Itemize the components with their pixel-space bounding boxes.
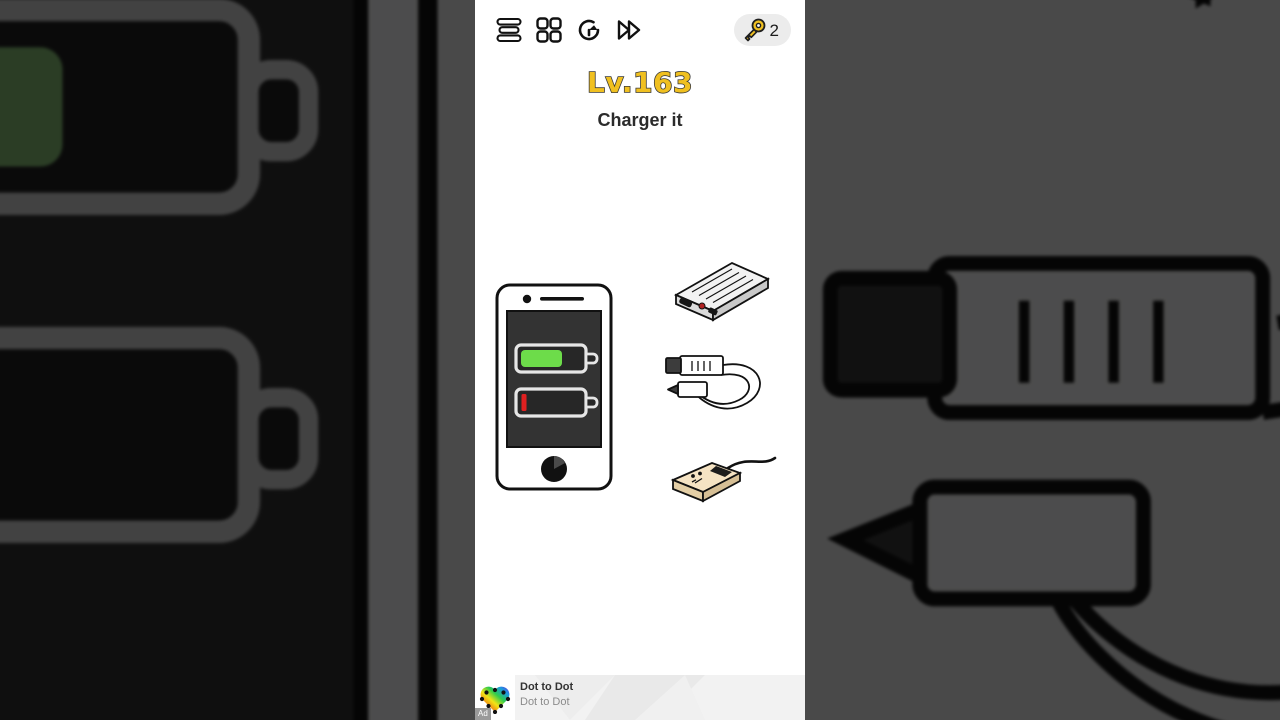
restart-icon[interactable] <box>569 10 609 50</box>
key-count: 2 <box>769 20 779 40</box>
page-title: Charger it <box>597 110 683 130</box>
skip-icon[interactable] <box>609 10 649 50</box>
green-battery <box>514 343 599 374</box>
charger-adapter-item[interactable] <box>670 450 785 517</box>
ad-subtitle: Dot to Dot <box>520 696 570 708</box>
red-battery <box>514 387 599 418</box>
grid-levels-icon[interactable] <box>529 10 569 50</box>
usb-cable-item[interactable] <box>665 343 775 418</box>
key-icon <box>744 18 765 42</box>
ad-badge: Ad <box>475 708 491 720</box>
game-screen: 2 Lv.163 Charger it Ad Dot to Dot Dot to… <box>0 0 1280 720</box>
game-panel: 2 Lv.163 Charger it Ad Dot to Dot Dot to… <box>475 0 805 720</box>
top-toolbar: 2 <box>475 0 805 60</box>
power-bank-item[interactable] <box>670 255 775 340</box>
menu-stack-icon[interactable] <box>489 10 529 50</box>
ad-title: Dot to Dot <box>520 681 574 693</box>
phone-illustration[interactable] <box>495 283 615 498</box>
level-label: Lv.163 <box>586 65 693 100</box>
ad-app-icon[interactable]: Ad <box>475 675 515 720</box>
ad-text-block: Dot to Dot Dot to Dot <box>515 675 703 720</box>
play-now-button[interactable]: Play Now <box>703 675 805 720</box>
key-badge[interactable]: 2 <box>733 14 791 46</box>
ad-banner[interactable]: Ad Dot to Dot Dot to Dot Play Now <box>475 675 805 720</box>
puzzle-stage <box>475 150 805 670</box>
